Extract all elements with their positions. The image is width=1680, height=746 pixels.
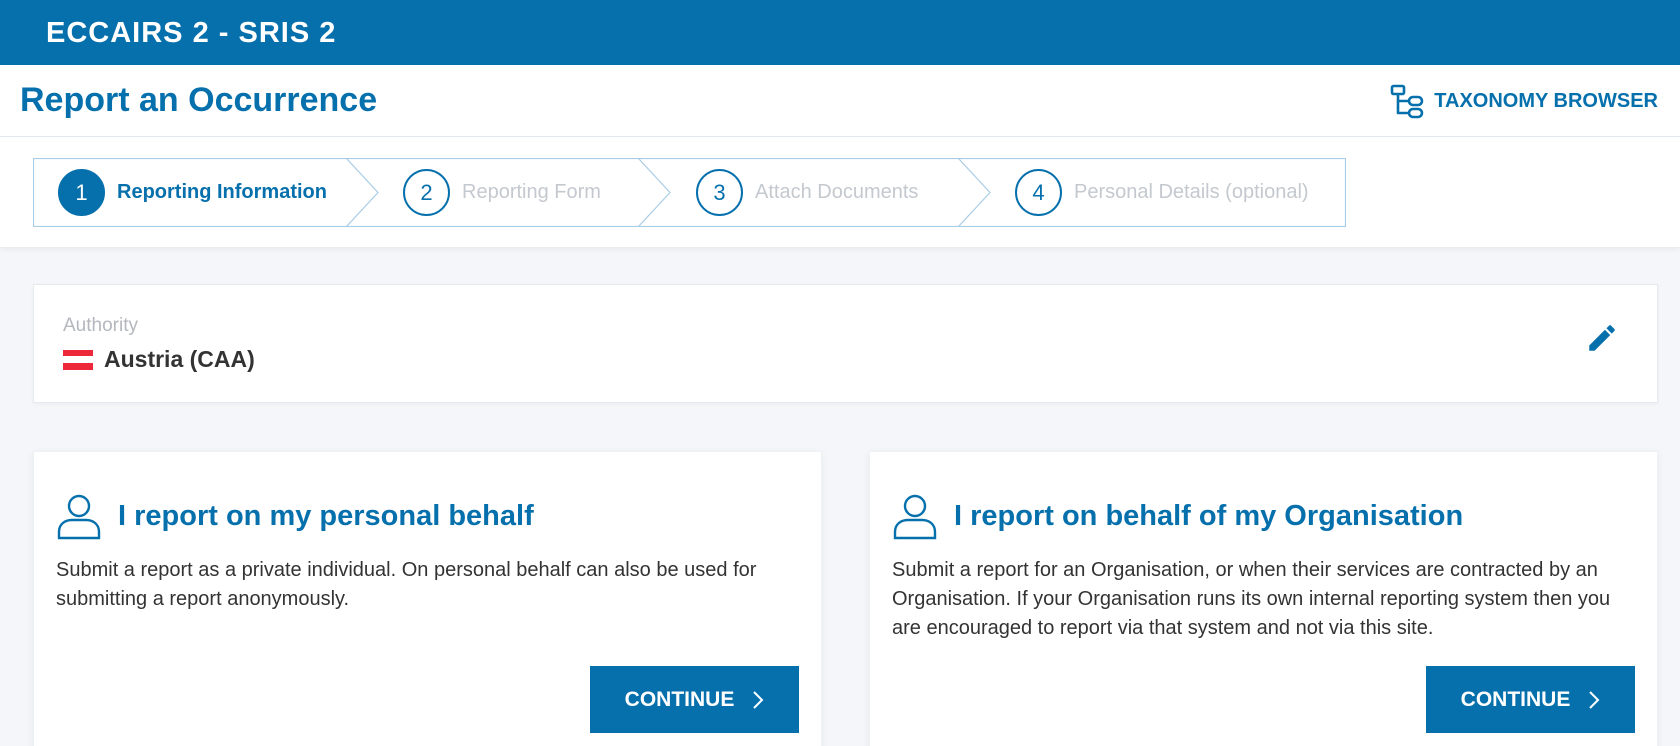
- stepper-area: 1 Reporting Information 2 Reporting Form…: [0, 137, 1680, 247]
- step-number: 1: [58, 169, 105, 216]
- continue-personal-button[interactable]: CONTINUE: [590, 666, 799, 733]
- step-personal-details[interactable]: 4 Personal Details (optional): [1015, 158, 1309, 227]
- chevron-right-icon: [1589, 690, 1600, 709]
- page-title: Report an Occurrence: [20, 81, 378, 119]
- organisation-behalf-card: I report on behalf of my Organisation Su…: [869, 451, 1658, 746]
- taxonomy-browser-button[interactable]: TAXONOMY BROWSER: [1389, 82, 1658, 120]
- authority-card: Authority Austria (CAA): [33, 284, 1658, 403]
- card-description: Submit a report for an Organisation, or …: [892, 559, 1611, 639]
- chevron-right-icon: [753, 690, 764, 709]
- user-outline-icon: [893, 494, 937, 540]
- card-header: I report on behalf of my Organisation: [892, 492, 1463, 540]
- step-label: Reporting Information: [117, 181, 327, 203]
- edit-authority-button[interactable]: [1585, 321, 1619, 355]
- step-label: Reporting Form: [462, 181, 601, 203]
- step-number: 4: [1015, 169, 1062, 216]
- step-attach-documents[interactable]: 3 Attach Documents: [696, 158, 918, 227]
- card-description: Submit a report as a private individual.…: [56, 559, 757, 610]
- user-outline-icon: [57, 494, 101, 540]
- authority-label: Authority: [63, 315, 138, 336]
- step-label: Attach Documents: [755, 181, 919, 203]
- taxonomy-browser-label: TAXONOMY BROWSER: [1434, 89, 1658, 112]
- continue-label: CONTINUE: [1460, 687, 1571, 711]
- step-reporting-form[interactable]: 2 Reporting Form: [403, 158, 601, 227]
- app-logo[interactable]: ECCAIRS 2 - SRIS 2: [46, 16, 336, 50]
- top-bar: ECCAIRS 2 - SRIS 2: [0, 0, 1680, 65]
- austria-flag-icon: [63, 349, 93, 370]
- card-title: I report on behalf of my Organisation: [954, 499, 1464, 532]
- step-number: 3: [696, 169, 743, 216]
- flag-stripe-middle: [63, 356, 93, 363]
- card-title: I report on my personal behalf: [118, 499, 534, 532]
- authority-value: Austria (CAA): [63, 346, 255, 373]
- tree-structure-icon: [1390, 84, 1424, 119]
- personal-behalf-card: I report on my personal behalf Submit a …: [33, 451, 822, 746]
- flag-stripe-top: [63, 349, 93, 357]
- continue-organisation-button[interactable]: CONTINUE: [1426, 666, 1635, 733]
- pencil-icon: [1589, 325, 1615, 351]
- authority-name: Austria (CAA): [104, 346, 255, 372]
- flag-stripe-bottom: [63, 362, 93, 370]
- step-number: 2: [403, 169, 450, 216]
- progress-stepper: 1 Reporting Information 2 Reporting Form…: [33, 158, 1346, 227]
- step-label: Personal Details (optional): [1074, 181, 1309, 203]
- step-reporting-information[interactable]: 1 Reporting Information: [58, 158, 327, 227]
- continue-label: CONTINUE: [624, 687, 735, 711]
- card-header: I report on my personal behalf: [56, 492, 534, 540]
- page-header: Report an Occurrence TAXONOMY BROWSER: [0, 65, 1680, 137]
